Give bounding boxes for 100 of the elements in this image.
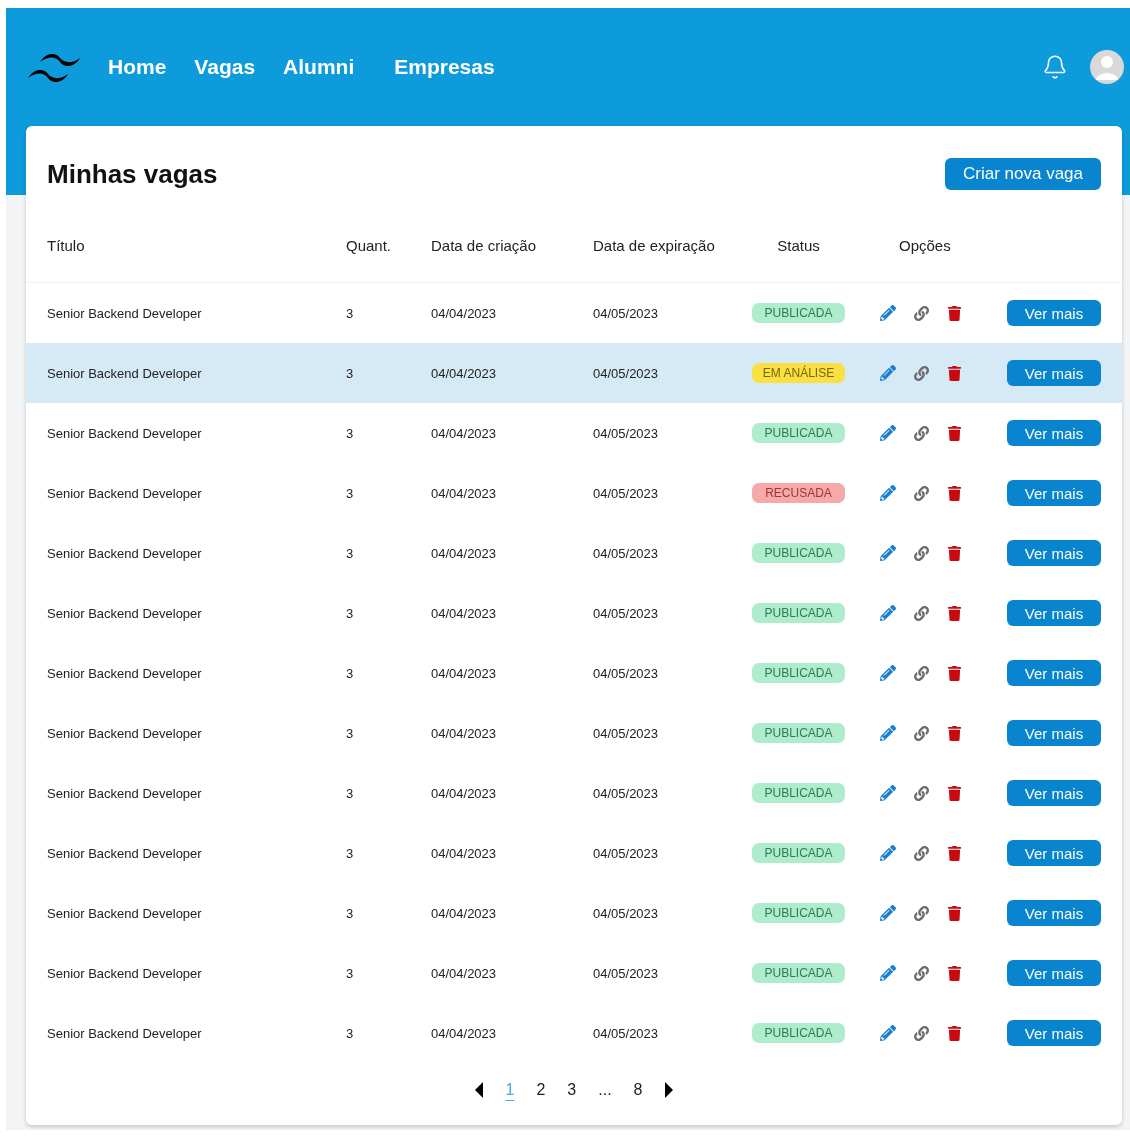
table-row[interactable]: Senior Backend Developer 3 04/04/2023 04/05/2023 PUBLICADA Ver mais xyxy=(26,703,1122,763)
trash-icon[interactable] xyxy=(947,545,962,561)
table-row[interactable]: Senior Backend Developer 3 04/04/2023 04/05/2023 EM ANÁLISE Ver mais xyxy=(26,343,1122,403)
link-icon[interactable] xyxy=(914,605,929,621)
pencil-icon[interactable] xyxy=(880,905,896,921)
more-button[interactable]: Ver mais xyxy=(1007,720,1101,746)
trash-icon[interactable] xyxy=(947,785,962,801)
trash-icon[interactable] xyxy=(947,425,962,441)
table-row[interactable]: Senior Backend Developer 3 04/04/2023 04/05/2023 PUBLICADA Ver mais xyxy=(26,763,1122,823)
pencil-icon[interactable] xyxy=(880,1025,896,1041)
trash-icon[interactable] xyxy=(947,1025,962,1041)
pencil-icon[interactable] xyxy=(880,965,896,981)
more-button[interactable]: Ver mais xyxy=(1007,780,1101,806)
status-badge: PUBLICADA xyxy=(752,603,845,623)
table-row[interactable]: Senior Backend Developer 3 04/04/2023 04/05/2023 PUBLICADA Ver mais xyxy=(26,823,1122,883)
page-link[interactable]: ... xyxy=(598,1081,612,1099)
page-link[interactable]: 1 xyxy=(505,1081,515,1099)
table-cell-text: 3 xyxy=(346,425,355,441)
table-cell-text: 3 xyxy=(346,1025,355,1041)
link-icon[interactable] xyxy=(914,365,929,381)
trash-icon[interactable] xyxy=(947,365,962,381)
link-icon[interactable] xyxy=(914,1025,929,1041)
nav-link[interactable]: Alumni xyxy=(283,55,355,79)
status-badge: EM ANÁLISE xyxy=(752,363,845,383)
pencil-icon[interactable] xyxy=(880,725,896,741)
page-link[interactable]: 2 xyxy=(536,1081,546,1099)
table-row[interactable]: Senior Backend Developer 3 04/04/2023 04/05/2023 PUBLICADA Ver mais xyxy=(26,403,1122,463)
link-icon[interactable] xyxy=(914,725,929,741)
more-button[interactable]: Ver mais xyxy=(1007,300,1101,326)
pencil-icon[interactable] xyxy=(880,665,896,681)
link-icon[interactable] xyxy=(914,965,929,981)
table-row[interactable]: Senior Backend Developer 3 04/04/2023 04/05/2023 PUBLICADA Ver mais xyxy=(26,643,1122,703)
column-header: Data de criação xyxy=(431,235,538,254)
nav-link[interactable]: Empresas xyxy=(394,55,495,79)
pencil-icon[interactable] xyxy=(880,365,896,381)
link-icon[interactable] xyxy=(914,485,929,501)
trash-icon[interactable] xyxy=(947,905,962,921)
trash-icon[interactable] xyxy=(947,845,962,861)
table-cell-text: 04/04/2023 xyxy=(431,905,498,921)
page-link[interactable]: 3 xyxy=(567,1081,577,1099)
pencil-icon[interactable] xyxy=(880,605,896,621)
table-row[interactable]: Senior Backend Developer 3 04/04/2023 04/05/2023 PUBLICADA Ver mais xyxy=(26,283,1122,343)
table-row[interactable]: Senior Backend Developer 3 04/04/2023 04/05/2023 RECUSADA Ver mais xyxy=(26,463,1122,523)
status-badge: PUBLICADA xyxy=(752,783,845,803)
trash-icon[interactable] xyxy=(947,485,962,501)
more-button[interactable]: Ver mais xyxy=(1007,360,1101,386)
table-cell-text: 04/05/2023 xyxy=(593,365,660,381)
pencil-icon[interactable] xyxy=(880,305,896,321)
trash-icon[interactable] xyxy=(947,605,962,621)
table-cell-text: 04/04/2023 xyxy=(431,305,498,321)
link-icon[interactable] xyxy=(914,305,929,321)
trash-icon[interactable] xyxy=(947,665,962,681)
more-button[interactable]: Ver mais xyxy=(1007,600,1101,626)
table-cell-text: 04/04/2023 xyxy=(431,725,498,741)
trash-icon[interactable] xyxy=(947,305,962,321)
pencil-icon[interactable] xyxy=(880,845,896,861)
table-cell-text: 3 xyxy=(346,305,355,321)
create-button[interactable]: Criar nova vaga xyxy=(945,158,1101,190)
link-icon[interactable] xyxy=(914,545,929,561)
pencil-icon[interactable] xyxy=(880,785,896,801)
table-row[interactable]: Senior Backend Developer 3 04/04/2023 04/05/2023 PUBLICADA Ver mais xyxy=(26,523,1122,583)
table-cell-text: 04/04/2023 xyxy=(431,425,498,441)
previous-icon[interactable] xyxy=(473,1082,484,1098)
more-button[interactable]: Ver mais xyxy=(1007,960,1101,986)
more-button[interactable]: Ver mais xyxy=(1007,420,1101,446)
link-icon[interactable] xyxy=(914,785,929,801)
table-cell-text: 3 xyxy=(346,485,355,501)
trash-icon[interactable] xyxy=(947,965,962,981)
more-button[interactable]: Ver mais xyxy=(1007,900,1101,926)
status-badge: PUBLICADA xyxy=(752,303,845,323)
trash-icon[interactable] xyxy=(947,725,962,741)
table-cell-text: 04/04/2023 xyxy=(431,845,498,861)
next-icon[interactable] xyxy=(664,1082,675,1098)
table-cell-text: 3 xyxy=(346,785,355,801)
pencil-icon[interactable] xyxy=(880,425,896,441)
bell-icon[interactable] xyxy=(1042,54,1068,80)
link-icon[interactable] xyxy=(914,665,929,681)
table-cell-text: Senior Backend Developer xyxy=(47,665,203,681)
table-row[interactable]: Senior Backend Developer 3 04/04/2023 04/05/2023 PUBLICADA Ver mais xyxy=(26,943,1122,1003)
nav-link[interactable]: Home xyxy=(108,55,167,79)
link-icon[interactable] xyxy=(914,905,929,921)
nav-link[interactable]: Vagas xyxy=(194,55,256,79)
more-button[interactable]: Ver mais xyxy=(1007,480,1101,506)
table-cell-text: 3 xyxy=(346,545,355,561)
status-badge: PUBLICADA xyxy=(752,723,845,743)
table-cell-text: 04/05/2023 xyxy=(593,905,660,921)
pencil-icon[interactable] xyxy=(880,545,896,561)
link-icon[interactable] xyxy=(914,845,929,861)
pencil-icon[interactable] xyxy=(880,485,896,501)
link-icon[interactable] xyxy=(914,425,929,441)
more-button[interactable]: Ver mais xyxy=(1007,1020,1101,1046)
page-link[interactable]: 8 xyxy=(633,1081,643,1099)
more-button[interactable]: Ver mais xyxy=(1007,840,1101,866)
more-button[interactable]: Ver mais xyxy=(1007,660,1101,686)
table-row[interactable]: Senior Backend Developer 3 04/04/2023 04/05/2023 PUBLICADA Ver mais xyxy=(26,1003,1122,1063)
more-button[interactable]: Ver mais xyxy=(1007,540,1101,566)
avatar[interactable] xyxy=(1090,50,1124,84)
table-row[interactable]: Senior Backend Developer 3 04/04/2023 04/05/2023 PUBLICADA Ver mais xyxy=(26,583,1122,643)
table-row[interactable]: Senior Backend Developer 3 04/04/2023 04/05/2023 PUBLICADA Ver mais xyxy=(26,883,1122,943)
table-cell-text: 04/05/2023 xyxy=(593,665,660,681)
